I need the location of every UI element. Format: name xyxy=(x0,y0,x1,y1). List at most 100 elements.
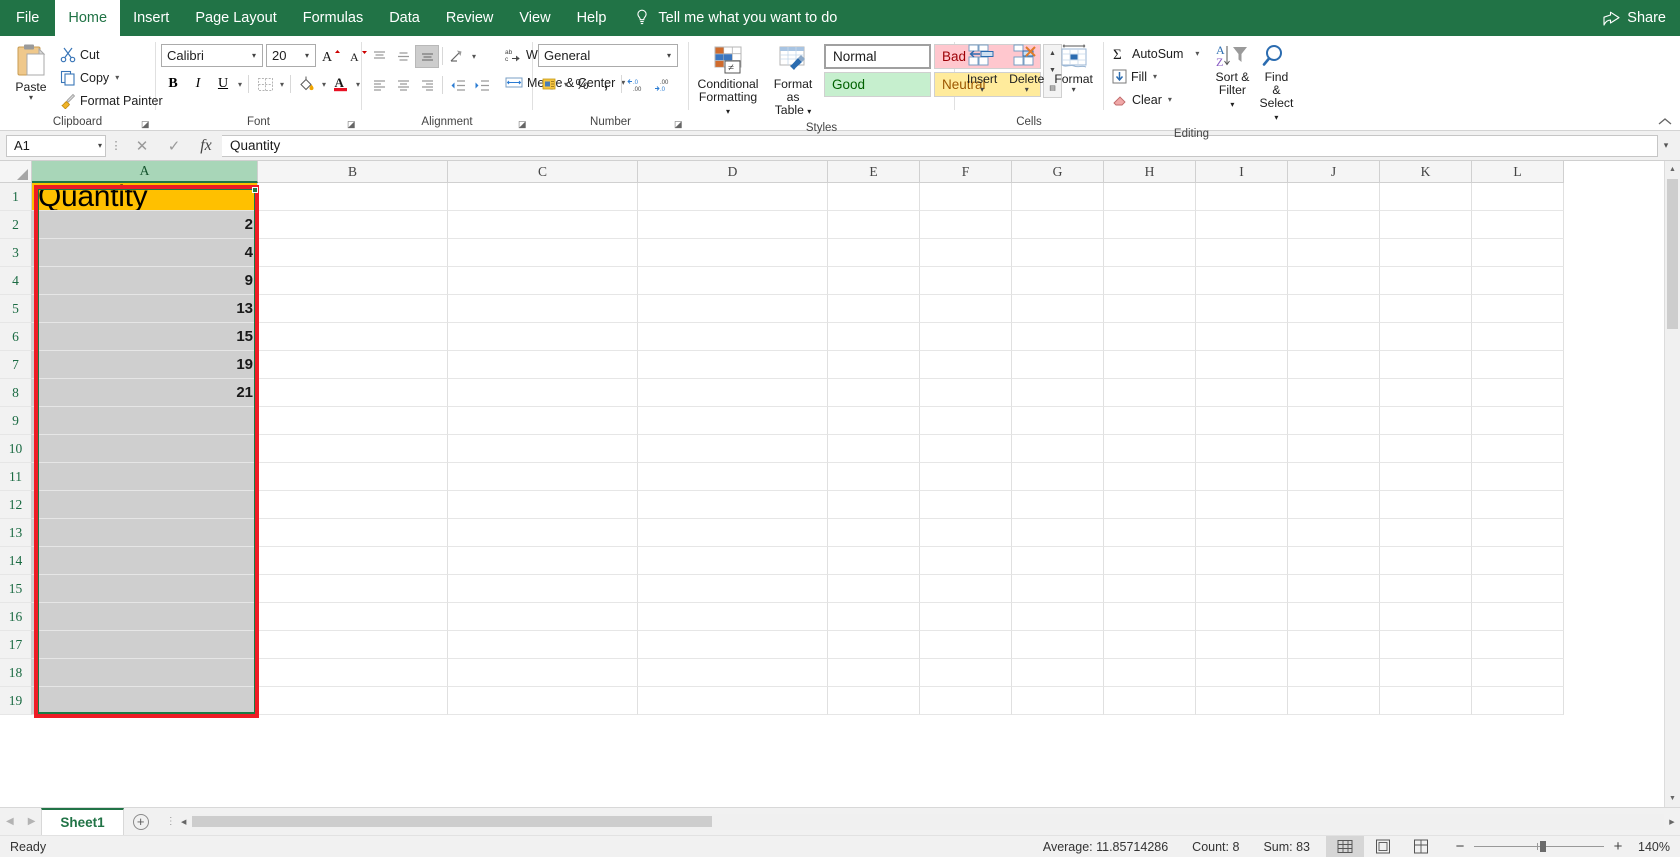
cell-J5[interactable] xyxy=(1288,295,1380,323)
cell-I12[interactable] xyxy=(1196,491,1288,519)
cell-K15[interactable] xyxy=(1380,575,1472,603)
cell-E4[interactable] xyxy=(828,267,920,295)
status-sum[interactable]: Sum: 83 xyxy=(1263,840,1310,854)
font-size-combo[interactable]: 20 ▾ xyxy=(266,44,316,67)
column-header-k[interactable]: K xyxy=(1380,161,1472,183)
cell-B14[interactable] xyxy=(258,547,448,575)
underline-dropdown-caret[interactable]: ▾ xyxy=(236,80,244,89)
underline-button[interactable]: U xyxy=(211,73,235,96)
cell-L18[interactable] xyxy=(1472,659,1564,687)
cell-B9[interactable] xyxy=(258,407,448,435)
confirm-entry-button[interactable]: ✓ xyxy=(158,135,190,157)
cell-D4[interactable] xyxy=(638,267,828,295)
accounting-format-dropdown-caret[interactable]: ▾ xyxy=(562,80,570,89)
column-header-l[interactable]: L xyxy=(1472,161,1564,183)
column-header-b[interactable]: B xyxy=(258,161,448,183)
cell-H4[interactable] xyxy=(1104,267,1196,295)
cell-G16[interactable] xyxy=(1012,603,1104,631)
cell-G15[interactable] xyxy=(1012,575,1104,603)
row-header-17[interactable]: 17 xyxy=(0,631,32,659)
format-painter-button[interactable]: Format Painter xyxy=(57,89,166,112)
row-header-11[interactable]: 11 xyxy=(0,463,32,491)
cell-J9[interactable] xyxy=(1288,407,1380,435)
format-as-table-button[interactable]: Format as Table ▾ xyxy=(762,44,824,120)
cell-L7[interactable] xyxy=(1472,351,1564,379)
cell-B7[interactable] xyxy=(258,351,448,379)
row-header-12[interactable]: 12 xyxy=(0,491,32,519)
zoom-slider-thumb[interactable] xyxy=(1540,841,1546,852)
row-header-4[interactable]: 4 xyxy=(0,267,32,295)
vertical-scrollbar[interactable]: ▲ ▼ xyxy=(1664,161,1680,807)
cell-L13[interactable] xyxy=(1472,519,1564,547)
ribbon-tab-home[interactable]: Home xyxy=(55,0,120,36)
copy-dropdown-caret[interactable]: ▾ xyxy=(113,73,121,82)
sort-filter-button[interactable]: A Z Sort & Filter ▾ xyxy=(1210,41,1254,113)
status-count[interactable]: Count: 8 xyxy=(1192,840,1239,854)
cell-K11[interactable] xyxy=(1380,463,1472,491)
cell-J6[interactable] xyxy=(1288,323,1380,351)
cell-H19[interactable] xyxy=(1104,687,1196,715)
cell-G11[interactable] xyxy=(1012,463,1104,491)
column-header-a[interactable]: A xyxy=(32,161,258,183)
cell-F17[interactable] xyxy=(920,631,1012,659)
increase-indent-button[interactable] xyxy=(470,74,494,97)
cell-G13[interactable] xyxy=(1012,519,1104,547)
paste-button[interactable]: Paste ▾ xyxy=(5,41,57,112)
cell-J3[interactable] xyxy=(1288,239,1380,267)
scroll-left-button[interactable]: ◀ xyxy=(176,813,192,830)
cell-E10[interactable] xyxy=(828,435,920,463)
cell-I3[interactable] xyxy=(1196,239,1288,267)
ribbon-tab-review[interactable]: Review xyxy=(433,0,507,36)
cell-G17[interactable] xyxy=(1012,631,1104,659)
cell-I2[interactable] xyxy=(1196,211,1288,239)
cell-A12[interactable] xyxy=(32,491,258,519)
cell-E13[interactable] xyxy=(828,519,920,547)
row-header-6[interactable]: 6 xyxy=(0,323,32,351)
cell-I1[interactable] xyxy=(1196,183,1288,211)
format-dropdown-caret[interactable]: ▾ xyxy=(1072,87,1076,93)
cell-E11[interactable] xyxy=(828,463,920,491)
clear-button[interactable]: Clear ▾ xyxy=(1109,88,1204,111)
cell-G6[interactable] xyxy=(1012,323,1104,351)
cell-H18[interactable] xyxy=(1104,659,1196,687)
cell-E16[interactable] xyxy=(828,603,920,631)
align-center-button[interactable] xyxy=(391,74,415,97)
row-header-10[interactable]: 10 xyxy=(0,435,32,463)
cell-F2[interactable] xyxy=(920,211,1012,239)
cell-B4[interactable] xyxy=(258,267,448,295)
font-dialog-launcher[interactable]: ◪ xyxy=(347,120,356,129)
cell-F4[interactable] xyxy=(920,267,1012,295)
cell-J1[interactable] xyxy=(1288,183,1380,211)
chevron-down-icon[interactable]: ▾ xyxy=(248,51,260,60)
cell-C2[interactable] xyxy=(448,211,638,239)
accounting-format-button[interactable] xyxy=(538,73,562,96)
cell-K13[interactable] xyxy=(1380,519,1472,547)
column-header-d[interactable]: D xyxy=(638,161,828,183)
cell-D6[interactable] xyxy=(638,323,828,351)
cell-G10[interactable] xyxy=(1012,435,1104,463)
cell-D8[interactable] xyxy=(638,379,828,407)
cell-C11[interactable] xyxy=(448,463,638,491)
row-header-19[interactable]: 19 xyxy=(0,687,32,715)
cell-E19[interactable] xyxy=(828,687,920,715)
cell-B12[interactable] xyxy=(258,491,448,519)
cell-I5[interactable] xyxy=(1196,295,1288,323)
cell-L2[interactable] xyxy=(1472,211,1564,239)
cell-H1[interactable] xyxy=(1104,183,1196,211)
cell-A14[interactable] xyxy=(32,547,258,575)
cell-B19[interactable] xyxy=(258,687,448,715)
cell-C8[interactable] xyxy=(448,379,638,407)
cell-D19[interactable] xyxy=(638,687,828,715)
cell-H10[interactable] xyxy=(1104,435,1196,463)
cell-D15[interactable] xyxy=(638,575,828,603)
orientation-dropdown-caret[interactable]: ▾ xyxy=(470,52,478,61)
cell-A15[interactable] xyxy=(32,575,258,603)
page-layout-view-button[interactable] xyxy=(1364,836,1402,857)
align-left-button[interactable] xyxy=(367,74,391,97)
cell-K8[interactable] xyxy=(1380,379,1472,407)
cell-C4[interactable] xyxy=(448,267,638,295)
paste-dropdown-caret[interactable]: ▾ xyxy=(29,95,33,101)
bold-button[interactable]: B xyxy=(161,73,185,96)
cell-E7[interactable] xyxy=(828,351,920,379)
scroll-up-button[interactable]: ▲ xyxy=(1665,161,1680,178)
